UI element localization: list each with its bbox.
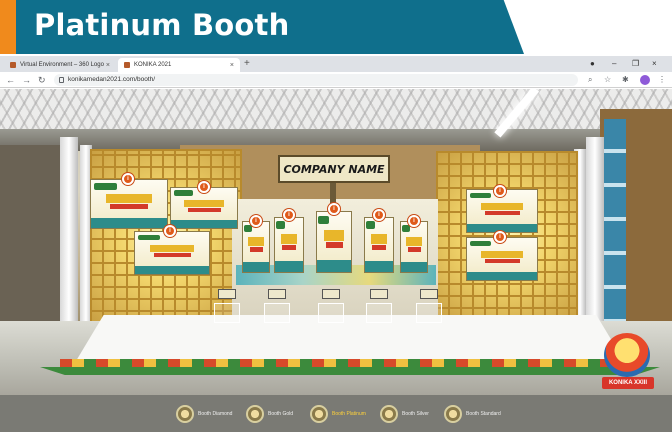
nav-label: Booth Silver (402, 411, 429, 417)
info-hotspot-icon[interactable]: i (373, 209, 385, 221)
poster-screen[interactable] (400, 221, 428, 273)
new-tab-button[interactable]: + (244, 58, 250, 70)
event-logo (604, 333, 650, 377)
right-lattice-wall (436, 151, 578, 321)
event-logo-text: KONIKA XXIII (602, 377, 654, 389)
stage-trim (60, 359, 640, 367)
browser-tab-konika[interactable]: KONIKA 2021 × (118, 58, 240, 72)
nav-label: Booth Standard (466, 411, 501, 417)
info-hotspot-icon[interactable]: i (283, 209, 295, 221)
favicon-icon (124, 62, 130, 68)
reload-icon[interactable]: ↻ (38, 73, 46, 87)
company-name-sign: COMPANY NAME (278, 155, 390, 183)
nav-booth-platinum[interactable]: Booth Platinum (310, 405, 366, 423)
nav-label: Booth Platinum (332, 411, 366, 417)
tab-label: KONIKA 2021 (134, 62, 172, 68)
tab-label: Virtual Environment – 360 Logo (20, 62, 104, 68)
right-window (604, 119, 626, 349)
poster-screen[interactable] (316, 211, 352, 273)
virtual-booth-scene: COMPANY NAME i i i i i i i i i i KONIKA … (0, 89, 672, 432)
desk-monitor[interactable] (370, 289, 388, 299)
booth-thumbnail-icon (246, 405, 264, 423)
booth-navigation-bar: Booth Diamond Booth Gold Booth Platinum … (0, 395, 672, 432)
info-hotspot-icon[interactable]: i (122, 173, 134, 185)
zoom-icon[interactable]: ⌕ (588, 74, 592, 86)
close-tab-icon[interactable]: × (106, 62, 110, 69)
poster-screen[interactable] (170, 187, 238, 229)
info-hotspot-icon[interactable]: i (164, 225, 176, 237)
poster-screen[interactable] (274, 217, 304, 273)
banner-accent (0, 0, 16, 54)
booth-thumbnail-icon (176, 405, 194, 423)
nav-label: Booth Gold (268, 411, 294, 417)
info-hotspot-icon[interactable]: i (494, 231, 506, 243)
back-icon[interactable]: ← (6, 73, 15, 87)
nav-booth-diamond[interactable]: Booth Diamond (176, 405, 232, 423)
poster-screen[interactable] (364, 217, 394, 273)
favicon-icon (10, 62, 16, 68)
slide-title: Platinum Booth (34, 8, 290, 42)
desk-monitor[interactable] (322, 289, 340, 299)
browser-toolbar: ← → ↻ konikamedan2021.com/booth/ ⌕ ☆ ✱ ⋮ (0, 72, 672, 88)
info-hotspot-icon[interactable]: i (408, 215, 420, 227)
company-sign-post (330, 183, 336, 203)
slide: Platinum Booth Virtual Environment – 360… (0, 0, 672, 432)
poster-screen[interactable] (134, 231, 210, 275)
browser-tab-strip: Virtual Environment – 360 Logo × KONIKA … (0, 56, 672, 72)
display-desk[interactable] (318, 303, 344, 323)
display-desk[interactable] (214, 303, 240, 323)
nav-booth-standard[interactable]: Booth Standard (444, 405, 501, 423)
display-desk[interactable] (416, 303, 442, 323)
desk-monitor[interactable] (268, 289, 286, 299)
lock-icon (59, 77, 64, 83)
poster-screen[interactable] (466, 237, 538, 281)
nav-booth-gold[interactable]: Booth Gold (246, 405, 293, 423)
bookmark-star-icon[interactable]: ☆ (604, 74, 611, 86)
booth-thumbnail-icon (444, 405, 462, 423)
booth-thumbnail-icon (310, 405, 328, 423)
pillar (60, 137, 78, 337)
display-desk[interactable] (366, 303, 392, 323)
profile-avatar[interactable] (640, 75, 650, 85)
info-hotspot-icon[interactable]: i (250, 215, 262, 227)
close-tab-icon[interactable]: × (230, 62, 234, 69)
slide-banner: Platinum Booth (0, 0, 672, 54)
menu-icon[interactable]: ⋮ (658, 74, 666, 86)
account-icon[interactable]: ● (590, 58, 595, 70)
maximize-button[interactable]: ❐ (632, 58, 639, 70)
close-window-button[interactable]: × (652, 58, 657, 70)
poster-screen[interactable] (242, 221, 270, 273)
browser-tab-virtual-environment[interactable]: Virtual Environment – 360 Logo × (4, 58, 116, 72)
nav-booth-silver[interactable]: Booth Silver (380, 405, 429, 423)
extensions-icon[interactable]: ✱ (622, 74, 629, 86)
pillar (586, 137, 604, 337)
display-desk[interactable] (264, 303, 290, 323)
info-hotspot-icon[interactable]: i (198, 181, 210, 193)
minimize-button[interactable]: – (612, 58, 616, 70)
desk-monitor[interactable] (420, 289, 438, 299)
left-wall (0, 145, 60, 345)
nav-label: Booth Diamond (198, 411, 233, 417)
forward-icon[interactable]: → (22, 73, 31, 87)
booth-thumbnail-icon (380, 405, 398, 423)
info-hotspot-icon[interactable]: i (494, 185, 506, 197)
stage-edge (40, 367, 660, 375)
address-bar[interactable]: konikamedan2021.com/booth/ (54, 74, 578, 86)
info-hotspot-icon[interactable]: i (328, 203, 340, 215)
address-url: konikamedan2021.com/booth/ (68, 76, 156, 83)
poster-screen[interactable] (90, 179, 168, 229)
desk-monitor[interactable] (218, 289, 236, 299)
